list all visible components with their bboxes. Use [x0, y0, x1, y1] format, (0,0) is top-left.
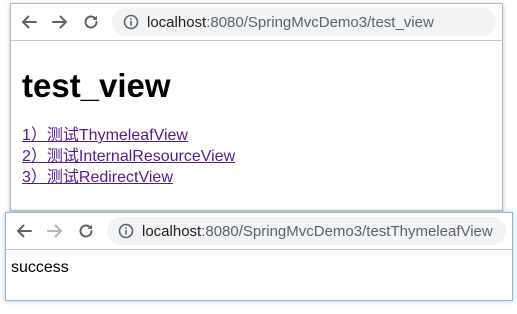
link-list: 1）测试ThymeleafView 2）测试InternalResourceVi… [22, 125, 491, 188]
url-host: localhost [142, 222, 202, 240]
browser-toolbar: localhost:8080/SpringMvcDemo3/test_view [11, 4, 502, 41]
link-redirect-view[interactable]: 3）测试RedirectView [22, 167, 491, 188]
back-button[interactable] [11, 218, 37, 244]
info-icon[interactable] [122, 14, 139, 31]
forward-button[interactable] [42, 218, 68, 244]
info-icon[interactable] [117, 223, 134, 240]
address-bar[interactable]: localhost:8080/SpringMvcDemo3/testThymel… [107, 217, 506, 245]
success-message: success [11, 259, 69, 276]
reload-icon [79, 224, 93, 238]
browser-toolbar: localhost:8080/SpringMvcDemo3/testThymel… [6, 213, 512, 250]
link-thymeleaf-view[interactable]: 1）测试ThymeleafView [22, 125, 491, 146]
url-path: :8080/SpringMvcDemo3/testThymeleafView [201, 222, 493, 240]
url-host: localhost [147, 13, 207, 31]
forward-arrow-icon [47, 224, 62, 238]
reload-button[interactable] [78, 9, 104, 35]
browser-window-test-view: localhost:8080/SpringMvcDemo3/test_view … [10, 3, 503, 211]
reload-button[interactable] [73, 218, 99, 244]
url-path: :8080/SpringMvcDemo3/test_view [206, 13, 434, 31]
address-bar[interactable]: localhost:8080/SpringMvcDemo3/test_view [112, 8, 496, 36]
page-title: test_view [22, 67, 171, 104]
link-internal-resource-view[interactable]: 2）测试InternalResourceView [22, 146, 491, 167]
page-content: test_view 1）测试ThymeleafView 2）测试Internal… [11, 67, 502, 188]
back-arrow-icon [17, 224, 32, 238]
back-arrow-icon [22, 15, 37, 29]
browser-window-test-thymeleaf-view: localhost:8080/SpringMvcDemo3/testThymel… [5, 212, 513, 301]
forward-arrow-icon [52, 15, 67, 29]
reload-icon [84, 15, 98, 29]
back-button[interactable] [16, 9, 42, 35]
forward-button[interactable] [47, 9, 73, 35]
